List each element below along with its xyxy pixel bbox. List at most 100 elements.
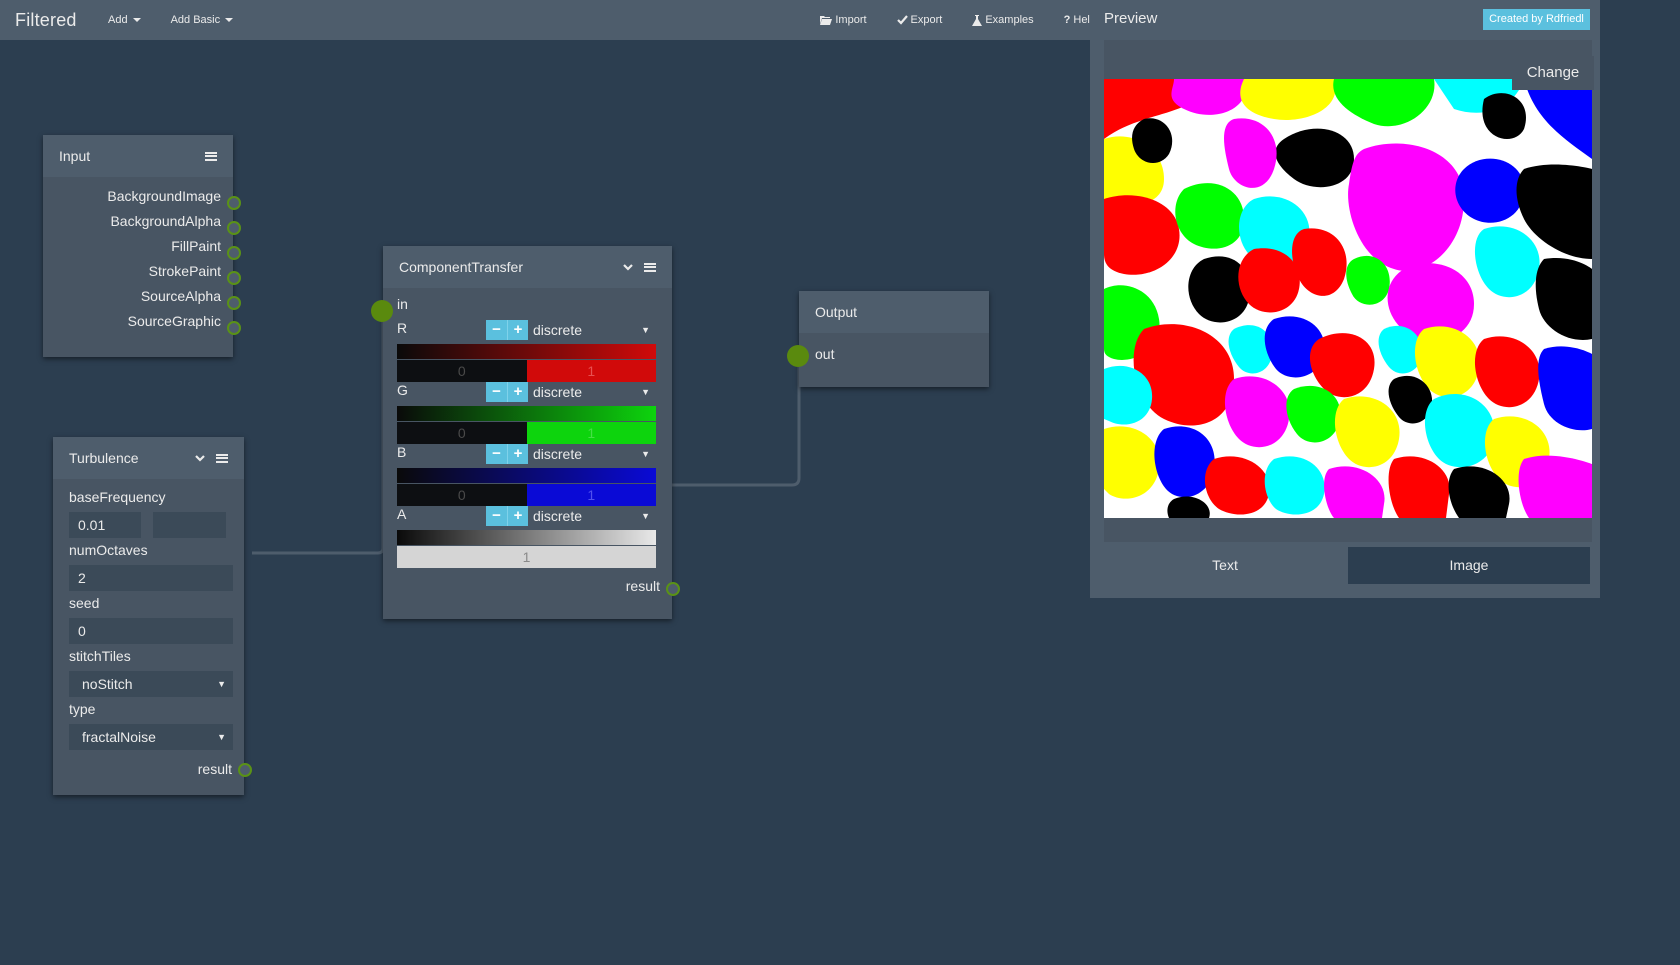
channel-a-plusminus: − +	[486, 506, 528, 526]
input-label: in	[397, 296, 408, 312]
node-editor-canvas[interactable]: Filtered Add Add Basic Import Export Exa…	[0, 0, 1680, 965]
channel-g-mode-select[interactable]: discrete ▼	[528, 382, 656, 402]
channel-r-mode: discrete	[533, 322, 583, 338]
menu-icon[interactable]	[205, 151, 217, 161]
output-port-backgroundalpha[interactable]	[227, 221, 241, 235]
wire-turbulence-to-componenttransfer	[252, 322, 385, 555]
basefrequency-x-input[interactable]: 0.01	[69, 512, 141, 538]
componenttransfer-node[interactable]: ComponentTransfer in R − + discrete ▼ 0 1…	[383, 246, 672, 619]
type-select[interactable]: fractalNoise ▼	[69, 724, 233, 750]
type-value: fractalNoise	[82, 729, 156, 745]
plus-button[interactable]: +	[507, 382, 528, 402]
folder-open-icon	[820, 16, 833, 25]
menu-icon[interactable]	[216, 453, 228, 463]
channel-r-label: R	[397, 320, 408, 336]
wire-componenttransfer-to-output	[672, 362, 801, 487]
examples-link[interactable]: Examples	[972, 14, 1034, 26]
output-node[interactable]: Output out	[799, 291, 989, 387]
export-label: Export	[910, 14, 943, 26]
add-basic-menu[interactable]: Add Basic	[171, 14, 234, 26]
add-menu-label: Add	[108, 14, 128, 26]
add-basic-menu-label: Add Basic	[170, 14, 221, 26]
result-label: result	[197, 761, 232, 777]
stitchtiles-select[interactable]: noStitch ▼	[69, 671, 233, 697]
dropdown-arrow-icon: ▼	[641, 325, 650, 335]
add-menu[interactable]: Add	[108, 14, 141, 26]
output-port-strokepaint[interactable]	[227, 271, 241, 285]
input-node-header[interactable]: Input	[43, 135, 233, 177]
numoctaves-label: numOctaves	[69, 542, 148, 558]
channel-g-gradient	[397, 406, 656, 421]
channel-r-gradient	[397, 344, 656, 359]
preview-title: Preview	[1104, 10, 1158, 27]
seed-label: seed	[69, 595, 100, 611]
componenttransfer-result-port[interactable]	[666, 582, 680, 596]
table-value-cell[interactable]: 1	[397, 546, 656, 568]
plus-button[interactable]: +	[507, 444, 528, 464]
componenttransfer-node-header[interactable]: ComponentTransfer	[383, 246, 672, 288]
tab-text[interactable]: Text	[1104, 547, 1346, 584]
numoctaves-input[interactable]: 2	[69, 565, 233, 591]
output-label: SourceAlpha	[140, 288, 221, 304]
table-value-cell[interactable]: 0	[397, 484, 527, 506]
table-value-cell[interactable]: 0	[397, 422, 527, 444]
preview-image	[1104, 79, 1592, 518]
minus-button[interactable]: −	[486, 444, 507, 464]
table-value-cell[interactable]: 1	[526, 422, 656, 444]
import-link[interactable]: Import	[820, 14, 867, 26]
change-image-button[interactable]: Change	[1512, 56, 1594, 90]
channel-b-mode-select[interactable]: discrete ▼	[528, 444, 656, 464]
output-input-label: out	[815, 346, 835, 362]
chevron-down-icon[interactable]	[194, 452, 206, 464]
output-port-sourcegraphic[interactable]	[227, 321, 241, 335]
turbulence-node-body: baseFrequency 0.01 numOctaves 2 seed 0 s…	[53, 479, 244, 795]
channel-g-label: G	[397, 382, 408, 398]
minus-button[interactable]: −	[486, 320, 507, 340]
plus-button[interactable]: +	[507, 320, 528, 340]
output-label: BackgroundImage	[107, 188, 221, 204]
caret-down-icon	[132, 18, 141, 22]
turbulence-result-port[interactable]	[238, 763, 252, 777]
output-port-backgroundimage[interactable]	[227, 196, 241, 210]
export-link[interactable]: Export	[896, 14, 943, 26]
input-node-body: BackgroundImage BackgroundAlpha FillPain…	[43, 177, 233, 357]
input-node[interactable]: Input BackgroundImage BackgroundAlpha Fi…	[43, 135, 233, 357]
chevron-down-icon[interactable]	[622, 261, 634, 273]
created-by-badge[interactable]: Created by Rdfriedl	[1483, 9, 1590, 30]
channel-a-gradient	[397, 530, 656, 545]
type-label: type	[69, 701, 96, 717]
channel-a-mode: discrete	[533, 508, 583, 524]
dropdown-arrow-icon: ▼	[217, 679, 226, 689]
output-port-fillpaint[interactable]	[227, 246, 241, 260]
basefrequency-label: baseFrequency	[69, 489, 166, 505]
tab-image[interactable]: Image	[1348, 547, 1590, 584]
output-node-header[interactable]: Output	[799, 291, 989, 333]
import-label: Import	[835, 14, 867, 26]
output-label: BackgroundAlpha	[110, 213, 221, 229]
seed-input[interactable]: 0	[69, 618, 233, 644]
output-node-body: out	[799, 333, 989, 387]
turbulence-node-header[interactable]: Turbulence	[53, 437, 244, 479]
table-value-cell[interactable]: 0	[397, 360, 527, 382]
top-navbar: Filtered Add Add Basic Import Export Exa…	[0, 0, 1110, 40]
componenttransfer-input-port[interactable]	[371, 300, 393, 322]
menu-icon[interactable]	[644, 262, 656, 272]
output-input-port[interactable]	[787, 345, 809, 367]
turbulence-node[interactable]: Turbulence baseFrequency 0.01 numOctaves…	[53, 437, 244, 795]
table-value-cell[interactable]: 1	[526, 484, 656, 506]
plus-button[interactable]: +	[507, 506, 528, 526]
channel-r-table: 0 1	[397, 360, 656, 382]
output-port-sourcealpha[interactable]	[227, 296, 241, 310]
basefrequency-y-input[interactable]	[153, 512, 226, 538]
question-icon: ?	[1063, 14, 1071, 26]
stitchtiles-label: stitchTiles	[69, 648, 131, 664]
channel-a-mode-select[interactable]: discrete ▼	[528, 506, 656, 526]
app-title[interactable]: Filtered	[15, 10, 108, 31]
table-value-cell[interactable]: 1	[526, 360, 656, 382]
channel-r-mode-select[interactable]: discrete ▼	[528, 320, 656, 340]
minus-button[interactable]: −	[486, 382, 507, 402]
result-label: result	[625, 578, 660, 594]
minus-button[interactable]: −	[486, 506, 507, 526]
channel-g-table: 0 1	[397, 422, 656, 444]
output-label: SourceGraphic	[127, 313, 221, 329]
